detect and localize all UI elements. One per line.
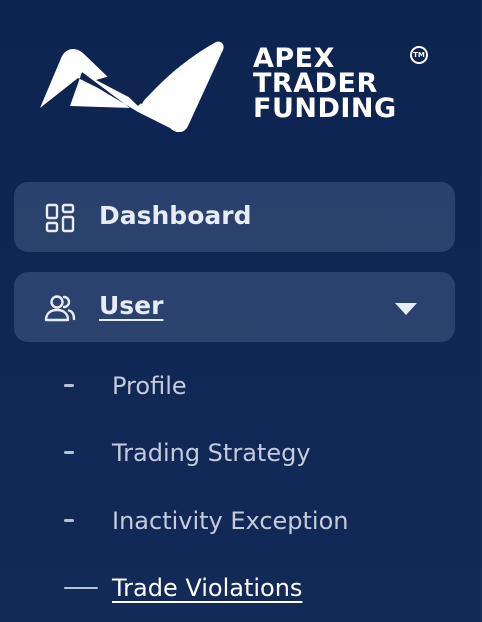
users-icon: [44, 295, 76, 322]
brand-wordmark: APEX TRADER FUNDING: [253, 45, 397, 124]
submenu-item-profile[interactable]: Profile: [0, 358, 470, 414]
sidebar-item-user[interactable]: User: [14, 272, 455, 342]
submenu-item-trade-violations[interactable]: Trade Violations: [0, 560, 470, 616]
bullet-dash: [64, 451, 74, 454]
submenu-item-label: Inactivity Exception: [112, 507, 349, 535]
submenu-item-inactivity-exception[interactable]: Inactivity Exception: [0, 493, 470, 549]
bullet-dash: [64, 519, 74, 522]
submenu-item-label: Trading Strategy: [112, 439, 311, 467]
bullet-dash: [64, 384, 74, 387]
sidebar-item-label: Dashboard: [99, 201, 252, 230]
dashboard-grid-icon: [45, 203, 75, 233]
brand-line-3: FUNDING: [253, 93, 397, 124]
trademark-badge: TM: [410, 46, 428, 64]
submenu-item-label: Profile: [112, 372, 187, 400]
sidebar: APEX TRADER FUNDING TM Dashboard User Pr…: [0, 0, 482, 622]
apex-logo-icon: [40, 41, 224, 132]
sidebar-item-label: User: [99, 291, 164, 320]
chevron-down-icon[interactable]: [394, 302, 418, 316]
submenu-item-label: Trade Violations: [112, 574, 303, 602]
sidebar-item-dashboard[interactable]: Dashboard: [14, 182, 455, 252]
submenu-item-trading-strategy[interactable]: Trading Strategy: [0, 425, 470, 481]
active-indicator-line: [64, 587, 98, 589]
